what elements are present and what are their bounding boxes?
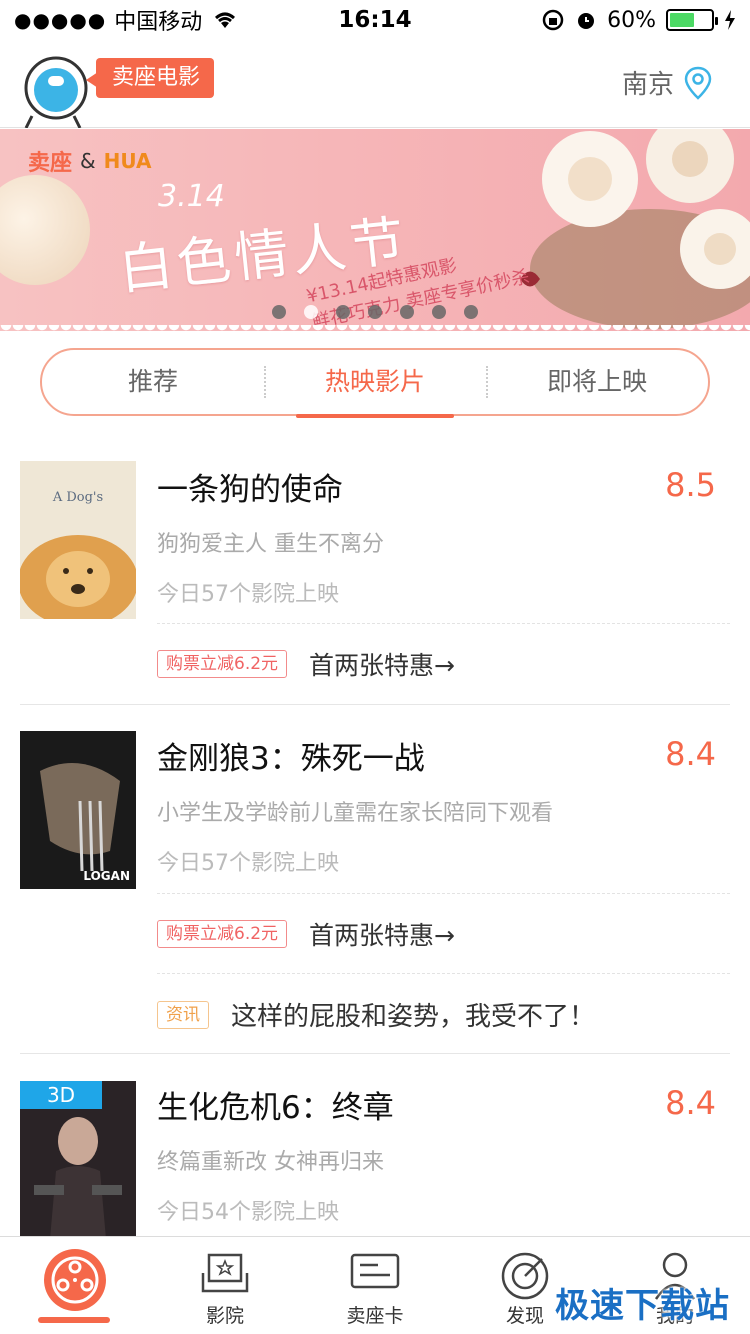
dotted-separator: [157, 893, 730, 894]
film-poster[interactable]: LOGAN: [20, 731, 136, 889]
active-tab-indicator: [296, 414, 454, 418]
tab-now-showing[interactable]: 热映影片: [264, 350, 486, 418]
nav-label: 卖座卡: [346, 1305, 404, 1327]
app-header: 卖座电影 南京: [0, 40, 750, 128]
banner-date: 3.14: [158, 179, 225, 214]
film-desc: 终篇重新改 女神再归来: [157, 1150, 384, 1175]
tab-coming-soon[interactable]: 即将上映: [486, 350, 708, 414]
tab-recommend[interactable]: 推荐: [42, 350, 264, 414]
battery-icon: [666, 9, 718, 31]
film-item[interactable]: LOGAN 金刚狼3：殊死一战 8.4 小学生及学龄前儿童需在家长陪同下观看 今…: [0, 705, 750, 1053]
film-reel-icon: [44, 1249, 106, 1311]
poster-edge: [20, 615, 136, 619]
discount-badge: 购票立减6.2元: [157, 920, 288, 948]
pager-dot[interactable]: [464, 305, 478, 319]
nav-label: 影院: [205, 1305, 244, 1327]
news-badge: 资讯: [157, 1000, 209, 1029]
status-bar: ●●●●● 中国移动 16:14 60%: [0, 0, 750, 40]
svg-text:A Dog's: A Dog's: [52, 490, 103, 505]
film-desc: 狗狗爱主人 重生不离分: [157, 532, 384, 557]
pager-dot[interactable]: [432, 305, 446, 319]
carrier-name: 中国移动: [114, 10, 203, 35]
candle-image: [0, 175, 90, 285]
film-score: 8.5: [665, 466, 716, 504]
film-poster[interactable]: A Dog's: [20, 461, 136, 619]
city-name: 南京: [621, 70, 674, 100]
promo-banner[interactable]: 卖座 & HUA 3.14 白色情人节 ¥13.14起特惠观影 鲜花巧克力 卖座…: [0, 129, 750, 331]
promo-row[interactable]: 购票立减6.2元 首两张特惠→: [157, 646, 455, 682]
banner-scallop-edge: [0, 325, 750, 331]
wifi-icon: [215, 12, 236, 28]
film-title: 生化危机6：终章: [157, 1090, 394, 1126]
nav-cinemas[interactable]: 影院: [150, 1237, 300, 1334]
nav-films[interactable]: [0, 1237, 150, 1334]
banner-pager[interactable]: [272, 305, 478, 319]
poster-edge: [20, 885, 136, 889]
film-desc: 小学生及学龄前儿童需在家长陪同下观看: [157, 801, 554, 826]
pager-dot[interactable]: [336, 305, 350, 319]
alarm-icon: [578, 13, 595, 29]
news-text: 这样的屁股和姿势，我受不了！: [231, 1002, 596, 1032]
film-cinema-count: 今日54个影院上映: [157, 1200, 339, 1225]
promo-text: 首两张特惠→: [309, 921, 455, 950]
charging-icon: [725, 10, 735, 30]
film-item[interactable]: A Dog's 一条狗的使命 8.5 狗狗爱主人 重生不离分 今日57个影院上映…: [0, 440, 750, 704]
tab-label: 热映影片: [324, 367, 425, 396]
city-selector[interactable]: 南京: [622, 64, 712, 101]
logan-poster-image: [20, 731, 136, 889]
cinema-seat-icon: [201, 1253, 249, 1293]
card-icon: [350, 1253, 400, 1289]
active-nav-indicator: [38, 1317, 110, 1323]
signal-icon: ●●●●●: [14, 8, 107, 32]
promo-text: 首两张特惠→: [309, 651, 455, 680]
site-watermark: 极速下载站: [555, 1286, 730, 1326]
nav-card[interactable]: 卖座卡: [300, 1237, 450, 1334]
battery-fill: [670, 13, 694, 27]
pager-dot[interactable]: [272, 305, 286, 319]
brand-tag: 卖座电影: [85, 58, 215, 98]
promo-row[interactable]: 购票立减6.2元 首两张特惠→: [157, 916, 455, 952]
rotation-lock-icon: [542, 9, 564, 31]
film-item[interactable]: 3D 生化危机6：终章 8.4 终篇重新改 女神再归来 今日54个影院上映: [0, 1054, 750, 1236]
tab-label: 推荐: [127, 367, 178, 396]
maizuo-logo: 卖座: [28, 151, 73, 176]
mascot-logo-icon[interactable]: [22, 54, 88, 128]
dotted-separator: [157, 973, 730, 974]
banner-logos: 卖座 & HUA: [28, 145, 151, 177]
3d-tag: 3D: [20, 1081, 102, 1109]
logo-joiner: &: [80, 149, 96, 173]
film-score: 8.4: [665, 735, 716, 773]
news-row[interactable]: 资讯 这样的屁股和姿势，我受不了！: [157, 996, 595, 1033]
film-title: 一条狗的使命: [157, 472, 343, 508]
film-score: 8.4: [665, 1084, 716, 1122]
pager-dot[interactable]: [400, 305, 414, 319]
hua-logo: HUA: [103, 149, 152, 173]
dog-poster-image: A Dog's: [20, 461, 136, 619]
battery-percent: 60%: [607, 7, 656, 33]
pager-dot[interactable]: [304, 305, 318, 319]
film-title: 金刚狼3：殊死一战: [157, 741, 425, 777]
dotted-separator: [157, 623, 730, 624]
compass-icon: [501, 1252, 549, 1300]
tab-label: 即将上映: [546, 367, 647, 396]
film-cinema-count: 今日57个影院上映: [157, 851, 339, 876]
pager-dot[interactable]: [368, 305, 382, 319]
location-pin-icon: [684, 66, 712, 100]
discount-badge: 购票立减6.2元: [157, 650, 288, 678]
film-cinema-count: 今日57个影院上映: [157, 582, 339, 607]
poster-caption: LOGAN: [83, 869, 130, 883]
film-tabs: 推荐 热映影片 即将上映: [40, 348, 710, 418]
